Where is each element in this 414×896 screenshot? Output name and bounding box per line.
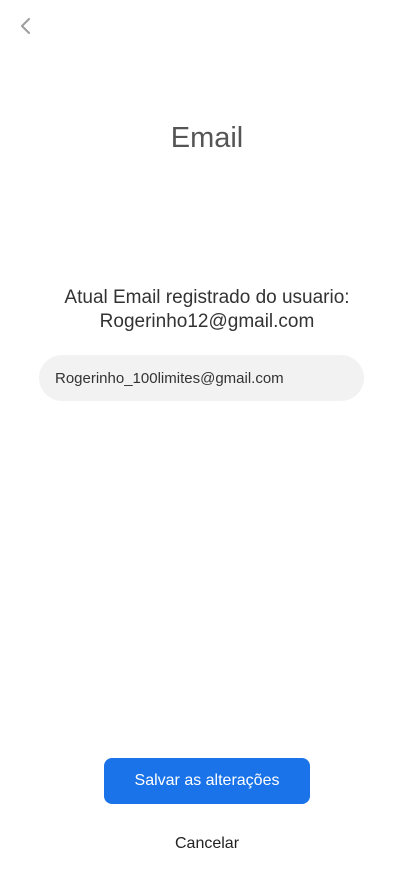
email-input[interactable] [39, 355, 364, 401]
current-email-value: Rogerinho12@gmail.com [99, 311, 315, 332]
current-email-label: Atual Email registrado do usuario: [64, 287, 350, 308]
page-title: Email [170, 122, 244, 154]
cancel-button[interactable]: Cancelar [147, 830, 267, 858]
chevron-left-icon [20, 17, 32, 39]
current-email-info: Atual Email registrado do usuario: Roger… [0, 286, 414, 334]
save-button[interactable]: Salvar as alterações [104, 758, 310, 804]
back-button[interactable] [12, 14, 40, 42]
